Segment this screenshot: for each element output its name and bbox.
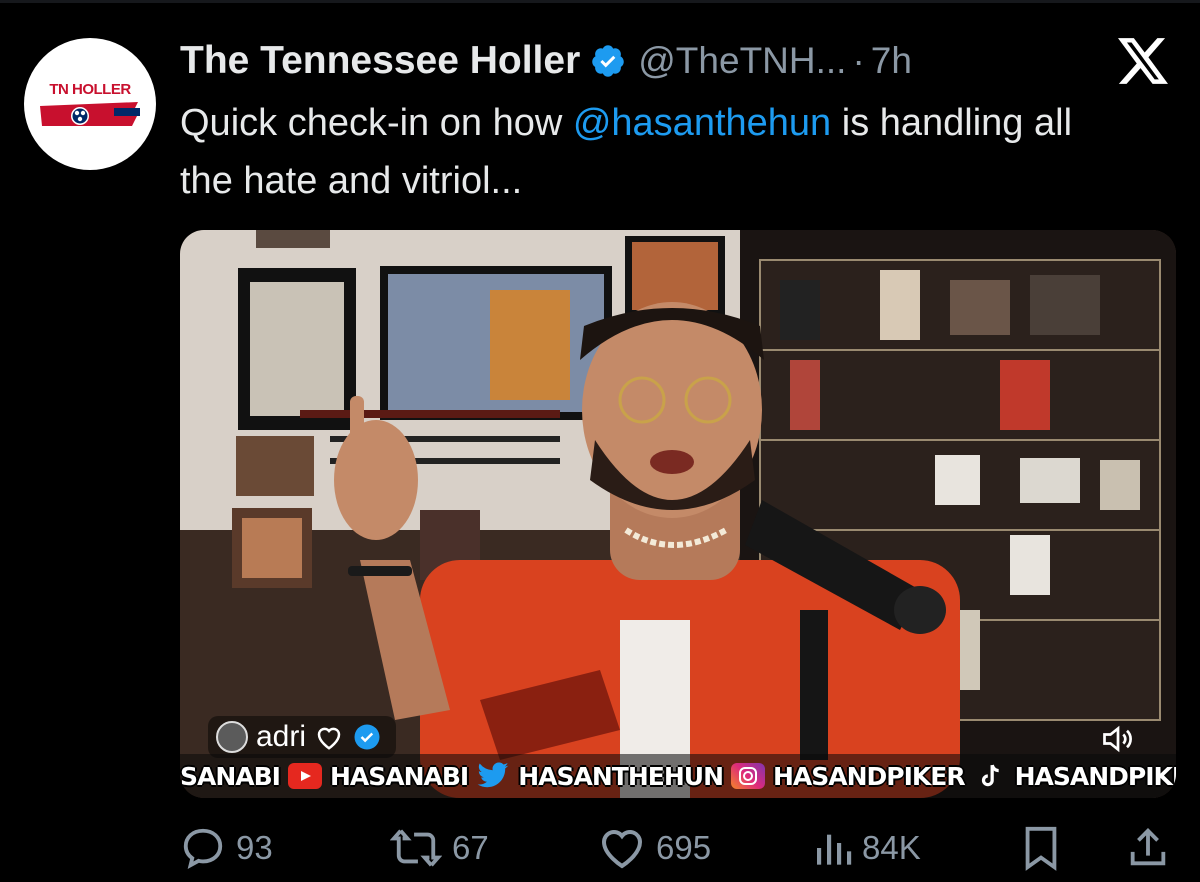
banner-text-3: HASANTHEHUN [518, 761, 724, 791]
mention-link[interactable]: @hasanthehun [573, 102, 831, 144]
repost-button[interactable]: 67 [390, 820, 489, 876]
like-button[interactable]: 695 [598, 820, 711, 876]
instagram-icon [731, 763, 765, 789]
youtube-icon [287, 763, 322, 789]
verified-badge-icon [590, 43, 626, 79]
sound-icon[interactable] [1100, 722, 1136, 761]
avatar-logo-text: TN HOLLER [49, 81, 131, 98]
social-handles-banner: SANABI HASANABI HASANTHEHUN HASANDPIKER … [180, 754, 1176, 798]
tennessee-flag-icon [40, 102, 140, 126]
share-icon [1130, 828, 1166, 866]
tweet-text-start: Quick check-in on how [180, 102, 573, 144]
banner-text-1: SANABI [180, 761, 281, 791]
banner-text-2: HASANABI [329, 761, 469, 791]
post-time[interactable]: 7h [871, 40, 912, 82]
top-divider [0, 0, 1200, 3]
share-button[interactable] [1126, 820, 1170, 876]
twitter-bird-icon [476, 762, 510, 789]
views-button[interactable]: 84K [812, 820, 921, 876]
author-avatar[interactable]: TN HOLLER [24, 38, 156, 170]
like-icon [601, 830, 643, 869]
reply-icon [183, 828, 223, 870]
video-overlay-user: adri [208, 716, 397, 758]
overlay-username: adri [256, 720, 307, 753]
tweet-actions-bar: 93 67 695 84K [0, 820, 1200, 876]
banner-text-4: HASANDPIKER [773, 761, 966, 791]
video-player[interactable]: adri SANABI HASANABI HASANTHEHUN HASANDP… [180, 230, 1176, 798]
heart-outline-icon [317, 727, 341, 750]
views-icon [817, 834, 852, 865]
overlay-verified-icon [354, 724, 380, 750]
bookmark-button[interactable] [1020, 820, 1062, 876]
overlay-avatar [216, 721, 248, 753]
x-logo-icon[interactable] [1118, 38, 1168, 84]
reply-count: 93 [236, 829, 273, 866]
tweet-header: The Tennessee Holler @TheTNH... · 7h [180, 36, 912, 86]
view-count: 84K [862, 829, 921, 866]
reply-button[interactable]: 93 [180, 820, 273, 876]
author-handle[interactable]: @TheTNH... [638, 40, 846, 82]
banner-text-5: HASANDPIKER [1014, 761, 1176, 791]
like-count: 695 [656, 829, 712, 866]
video-frame [180, 230, 1176, 798]
tweet-text: Quick check-in on how @hasanthehun is ha… [180, 94, 1080, 210]
repost-icon [390, 829, 442, 867]
bookmark-icon [1025, 826, 1057, 871]
separator-dot: · [852, 40, 865, 81]
tiktok-icon [973, 763, 1007, 789]
repost-count: 67 [452, 829, 489, 866]
author-display-name[interactable]: The Tennessee Holler [180, 39, 580, 83]
